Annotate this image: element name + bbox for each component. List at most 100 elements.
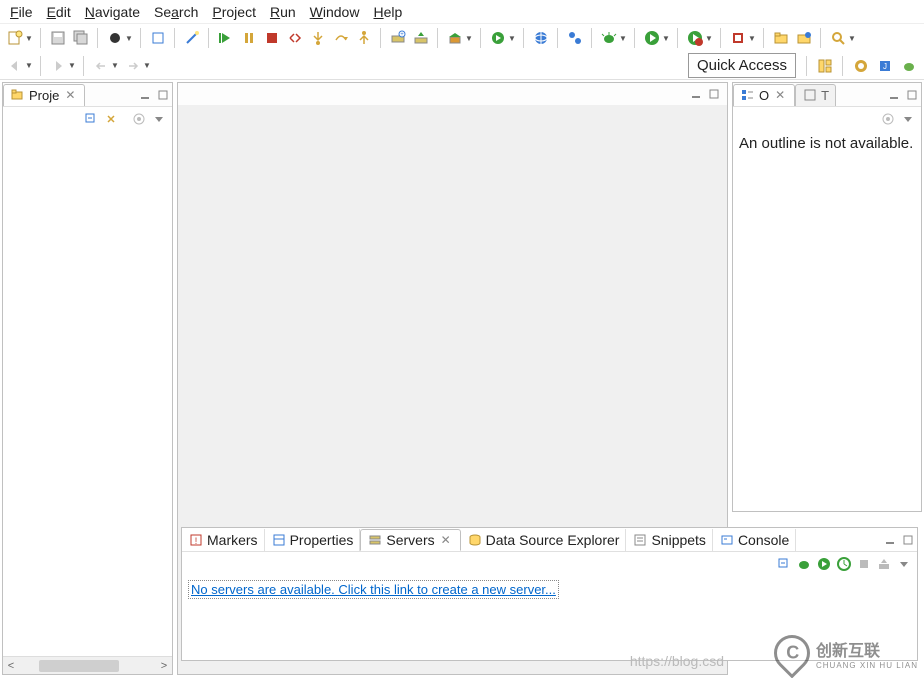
minimize-view-button[interactable]: [137, 87, 153, 103]
new-button[interactable]: [4, 27, 26, 49]
search-button[interactable]: [827, 27, 849, 49]
console-tab[interactable]: Console: [713, 529, 796, 551]
separator: [763, 28, 765, 48]
forward-dropdown[interactable]: ▼: [143, 61, 151, 70]
view-menu-button[interactable]: [151, 111, 167, 127]
menu-navigate[interactable]: Navigate: [79, 2, 146, 22]
minimize-view-button[interactable]: [886, 87, 902, 103]
start-server-button[interactable]: [816, 556, 832, 572]
create-server-link[interactable]: No servers are available. Click this lin…: [188, 580, 559, 599]
minimize-editor-button[interactable]: [688, 86, 704, 102]
markers-tab[interactable]: ! Markers: [182, 529, 265, 551]
search-dropdown[interactable]: ▼: [848, 34, 856, 43]
debug-server-button[interactable]: [796, 556, 812, 572]
stop-server-button[interactable]: [856, 556, 872, 572]
snippets-tab[interactable]: Snippets: [626, 529, 712, 551]
wand-button[interactable]: [181, 27, 203, 49]
menu-search[interactable]: Search: [148, 2, 204, 22]
close-icon[interactable]: ✕: [62, 87, 78, 103]
project-explorer-body[interactable]: [3, 131, 172, 656]
run-dropdown[interactable]: ▼: [662, 34, 670, 43]
close-icon[interactable]: ✕: [772, 87, 788, 103]
publish-button[interactable]: [410, 27, 432, 49]
debug-button[interactable]: [598, 27, 620, 49]
tasklist-tab[interactable]: T: [795, 84, 836, 106]
launch-dropdown[interactable]: ▼: [508, 34, 516, 43]
prev-edit-dropdown[interactable]: ▼: [25, 61, 33, 70]
disconnect-button[interactable]: [284, 27, 306, 49]
perspective-button[interactable]: [104, 27, 126, 49]
maximize-view-button[interactable]: [904, 87, 920, 103]
menu-file[interactable]: FFileile: [4, 2, 39, 22]
next-edit-dropdown[interactable]: ▼: [68, 61, 76, 70]
focus-button[interactable]: [880, 111, 896, 127]
run-last-dropdown[interactable]: ▼: [705, 34, 713, 43]
view-menu-button[interactable]: [896, 556, 912, 572]
forward-button[interactable]: [122, 55, 144, 77]
build-dropdown[interactable]: ▼: [465, 34, 473, 43]
external-tools-dropdown[interactable]: ▼: [748, 34, 756, 43]
markers-icon: !: [188, 532, 204, 548]
scroll-left-arrow[interactable]: <: [3, 660, 19, 672]
view-menu-button[interactable]: [900, 111, 916, 127]
save-all-button[interactable]: [70, 27, 92, 49]
menu-run[interactable]: Run: [264, 2, 302, 22]
stop-button[interactable]: [261, 27, 283, 49]
prev-edit-button[interactable]: [4, 55, 26, 77]
run-last-button[interactable]: [684, 27, 706, 49]
minimize-view-button[interactable]: [882, 532, 898, 548]
back-dropdown[interactable]: ▼: [111, 61, 119, 70]
project-explorer-tab[interactable]: Proje ✕: [3, 84, 85, 106]
menu-project[interactable]: Project: [206, 2, 262, 22]
servers-tab[interactable]: Servers ✕: [360, 529, 460, 551]
step-over-button[interactable]: [330, 27, 352, 49]
maximize-editor-button[interactable]: [706, 86, 722, 102]
save-button[interactable]: [47, 27, 69, 49]
horizontal-scrollbar[interactable]: < >: [3, 656, 172, 674]
open-perspective-button[interactable]: [814, 55, 836, 77]
collapse-all-button[interactable]: [83, 111, 99, 127]
outline-tab[interactable]: O ✕: [733, 84, 795, 106]
build-button[interactable]: [444, 27, 466, 49]
web-button[interactable]: [530, 27, 552, 49]
new-dropdown[interactable]: ▼: [25, 34, 33, 43]
link-editor-button[interactable]: [103, 111, 119, 127]
link-button[interactable]: [147, 27, 169, 49]
collapse-all-button[interactable]: [776, 556, 792, 572]
open-type-button[interactable]: [770, 27, 792, 49]
import-breakpoints-button[interactable]: [564, 27, 586, 49]
back-button[interactable]: [90, 55, 112, 77]
new-server-button[interactable]: +: [387, 27, 409, 49]
menu-edit[interactable]: Edit: [41, 2, 77, 22]
next-edit-button[interactable]: [47, 55, 69, 77]
data-source-explorer-tab[interactable]: Data Source Explorer: [461, 529, 627, 551]
scroll-right-arrow[interactable]: >: [156, 660, 172, 672]
maximize-view-button[interactable]: [900, 532, 916, 548]
profile-server-button[interactable]: [836, 556, 852, 572]
launch-button[interactable]: [487, 27, 509, 49]
open-task-button[interactable]: [793, 27, 815, 49]
properties-icon: [271, 532, 287, 548]
step-return-button[interactable]: [353, 27, 375, 49]
focus-task-button[interactable]: [131, 111, 147, 127]
perspective-dropdown[interactable]: ▼: [125, 34, 133, 43]
resume-button[interactable]: [215, 27, 237, 49]
step-into-button[interactable]: [307, 27, 329, 49]
outline-view: O ✕ T An outline is not available.: [732, 82, 922, 512]
maximize-view-button[interactable]: [155, 87, 171, 103]
close-icon[interactable]: ✕: [438, 532, 454, 548]
menu-help[interactable]: Help: [367, 2, 408, 22]
jee-perspective-button[interactable]: [850, 55, 872, 77]
debug-dropdown[interactable]: ▼: [619, 34, 627, 43]
run-button[interactable]: [641, 27, 663, 49]
quick-access-field[interactable]: Quick Access: [688, 53, 796, 78]
debug-perspective-button[interactable]: [898, 55, 920, 77]
external-tools-button[interactable]: [727, 27, 749, 49]
pause-button[interactable]: [238, 27, 260, 49]
java-perspective-button[interactable]: J: [874, 55, 896, 77]
properties-tab[interactable]: Properties: [265, 529, 361, 551]
scroll-thumb[interactable]: [39, 660, 119, 672]
menu-window[interactable]: Window: [304, 2, 366, 22]
publish-server-button[interactable]: [876, 556, 892, 572]
secondary-toolbar: ▼ ▼ ▼ ▼ Quick Access J: [0, 52, 924, 80]
